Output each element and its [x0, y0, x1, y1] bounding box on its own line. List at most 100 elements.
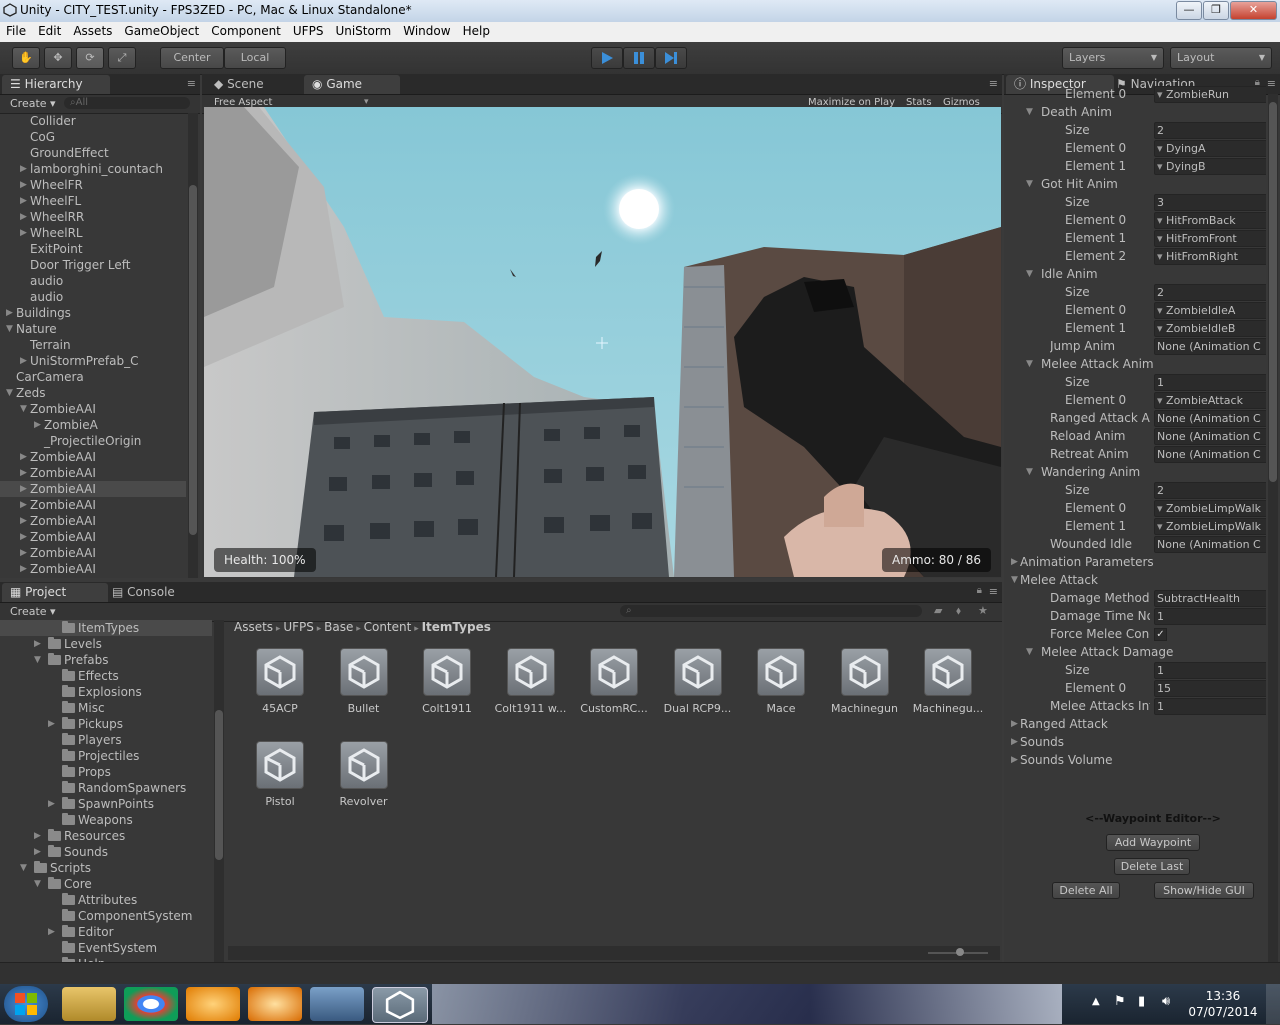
- value-field[interactable]: 1: [1154, 662, 1266, 679]
- value-field[interactable]: None (Animation C: [1154, 446, 1266, 463]
- project-tree-scrollbar[interactable]: [214, 620, 224, 962]
- project-folder-item[interactable]: Weapons: [0, 812, 212, 828]
- project-folder-item[interactable]: ▼ Prefabs: [0, 652, 212, 668]
- hierarchy-search-input[interactable]: ⌕All: [64, 97, 190, 109]
- start-button[interactable]: [4, 986, 48, 1022]
- value-field[interactable]: 1: [1154, 608, 1266, 625]
- hierarchy-item[interactable]: ▶ ZombieAAI: [0, 497, 186, 513]
- menu-file[interactable]: File: [0, 22, 32, 38]
- scale-tool-button[interactable]: ⤢: [108, 47, 136, 69]
- pivot-local-button[interactable]: Local: [224, 47, 286, 69]
- panel-menu-icon[interactable]: ≡: [989, 585, 998, 598]
- app-taskbar-icon[interactable]: [248, 987, 302, 1021]
- value-field[interactable]: 1: [1154, 698, 1266, 715]
- value-field[interactable]: SubtractHealth: [1154, 590, 1266, 607]
- chrome-taskbar-icon[interactable]: [124, 987, 178, 1021]
- collapsed-arrow-icon[interactable]: ▶: [34, 636, 41, 652]
- project-folder-item[interactable]: EventSystem: [0, 940, 212, 956]
- show-hide-gui-button[interactable]: Show/Hide GUI: [1154, 882, 1254, 899]
- hierarchy-item[interactable]: audio: [0, 273, 186, 289]
- asset-item[interactable]: Bullet: [322, 648, 406, 715]
- project-folder-item[interactable]: ▶ Resources: [0, 828, 212, 844]
- menu-component[interactable]: Component: [205, 22, 287, 38]
- value-field[interactable]: None (Animation C: [1154, 338, 1266, 355]
- asset-item[interactable]: Machinegun: [823, 648, 907, 715]
- hierarchy-item[interactable]: _ProjectileOrigin: [0, 433, 186, 449]
- expanded-arrow-icon[interactable]: ▼: [6, 321, 13, 337]
- menu-edit[interactable]: Edit: [32, 22, 67, 38]
- hierarchy-item[interactable]: ▶ ZombieAAI: [0, 449, 186, 465]
- slider-thumb[interactable]: [956, 948, 964, 956]
- filter-type-icon[interactable]: ▰: [934, 604, 942, 617]
- panel-menu-icon[interactable]: ≡: [1267, 77, 1276, 90]
- asset-item[interactable]: Machinegu...: [906, 648, 990, 715]
- hierarchy-item[interactable]: ExitPoint: [0, 241, 186, 257]
- show-hidden-icons-icon[interactable]: ▲: [1092, 996, 1100, 1007]
- value-field[interactable]: 15: [1154, 680, 1266, 697]
- expanded-arrow-icon[interactable]: ▼: [1026, 647, 1033, 657]
- breadcrumb-item[interactable]: ItemTypes: [422, 620, 491, 634]
- minimize-button[interactable]: —: [1176, 1, 1202, 20]
- collapsed-arrow-icon[interactable]: ▶: [20, 561, 27, 577]
- asset-item[interactable]: Mace: [739, 648, 823, 715]
- hierarchy-create-button[interactable]: Create ▾: [10, 97, 56, 110]
- app-taskbar-icon[interactable]: [310, 987, 364, 1021]
- collapsed-arrow-icon[interactable]: ▶: [34, 844, 41, 860]
- hierarchy-item[interactable]: ▼ Nature: [0, 321, 186, 337]
- project-folder-item[interactable]: ComponentSystem: [0, 908, 212, 924]
- tab-console[interactable]: ▤ Console: [104, 583, 200, 602]
- value-field[interactable]: None (Animation C: [1154, 428, 1266, 445]
- object-field[interactable]: ▾ HitFromBack: [1154, 212, 1266, 229]
- project-folder-item[interactable]: Attributes: [0, 892, 212, 908]
- hierarchy-item[interactable]: ▶ WheelFR: [0, 177, 186, 193]
- explorer-taskbar-icon[interactable]: [62, 987, 116, 1021]
- collapsed-arrow-icon[interactable]: ▶: [20, 193, 27, 209]
- hierarchy-item[interactable]: Terrain: [0, 337, 186, 353]
- pivot-center-button[interactable]: Center: [160, 47, 224, 69]
- value-field[interactable]: 2: [1154, 122, 1266, 139]
- expanded-arrow-icon[interactable]: ▼: [1026, 467, 1033, 477]
- object-field[interactable]: ▾ DyingA: [1154, 140, 1266, 157]
- menu-unistorm[interactable]: UniStorm: [329, 22, 397, 38]
- clock[interactable]: 13:36 07/07/2014: [1188, 988, 1258, 1020]
- hierarchy-item[interactable]: ▶ ZombieAAI: [0, 465, 186, 481]
- tab-scene[interactable]: ◆ Scene: [206, 75, 310, 94]
- panel-menu-icon[interactable]: ≡: [187, 77, 196, 90]
- scrollbar-thumb[interactable]: [1269, 102, 1277, 482]
- hierarchy-item[interactable]: audio: [0, 289, 186, 305]
- project-folder-item[interactable]: Players: [0, 732, 212, 748]
- breadcrumb-item[interactable]: UFPS: [283, 620, 314, 634]
- add-waypoint-button[interactable]: Add Waypoint: [1106, 834, 1200, 851]
- hierarchy-item[interactable]: ▶ ZombieAAI: [0, 529, 186, 545]
- project-folder-item[interactable]: ▼ Scripts: [0, 860, 212, 876]
- collapsed-arrow-icon[interactable]: ▶: [20, 209, 27, 225]
- expanded-arrow-icon[interactable]: ▼: [1026, 269, 1033, 279]
- object-field[interactable]: ▾ ZombieLimpWalk: [1154, 518, 1266, 535]
- value-field[interactable]: 1: [1154, 374, 1266, 391]
- menu-help[interactable]: Help: [457, 22, 496, 38]
- project-folder-item[interactable]: ▼ Core: [0, 876, 212, 892]
- breadcrumb-item[interactable]: Base: [324, 620, 353, 634]
- project-folder-item[interactable]: ▶ Editor: [0, 924, 212, 940]
- layers-dropdown[interactable]: Layers ▼: [1062, 47, 1164, 69]
- hierarchy-item[interactable]: ▶ Buildings: [0, 305, 186, 321]
- value-field[interactable]: 3: [1154, 194, 1266, 211]
- hierarchy-item[interactable]: CoG: [0, 129, 186, 145]
- inspector-scrollbar[interactable]: [1268, 94, 1278, 962]
- object-field[interactable]: ▾ ZombieIdleA: [1154, 302, 1266, 319]
- show-desktop-button[interactable]: [1266, 984, 1280, 1024]
- project-folder-item[interactable]: ItemTypes: [0, 620, 212, 636]
- collapsed-arrow-icon[interactable]: ▶: [1011, 557, 1018, 567]
- value-field[interactable]: 2: [1154, 284, 1266, 301]
- object-field[interactable]: ▾ ZombieIdleB: [1154, 320, 1266, 337]
- collapsed-arrow-icon[interactable]: ▶: [20, 481, 27, 497]
- breadcrumb-item[interactable]: Content: [364, 620, 412, 634]
- value-field[interactable]: None (Animation C: [1154, 536, 1266, 553]
- collapsed-arrow-icon[interactable]: ▶: [34, 417, 41, 433]
- asset-item[interactable]: 45ACP: [238, 648, 322, 715]
- value-field[interactable]: 2: [1154, 482, 1266, 499]
- hand-tool-button[interactable]: ✋: [12, 47, 40, 69]
- object-field[interactable]: ▾ DyingB: [1154, 158, 1266, 175]
- expanded-arrow-icon[interactable]: ▼: [1026, 179, 1033, 189]
- unity-taskbar-icon[interactable]: [372, 987, 428, 1023]
